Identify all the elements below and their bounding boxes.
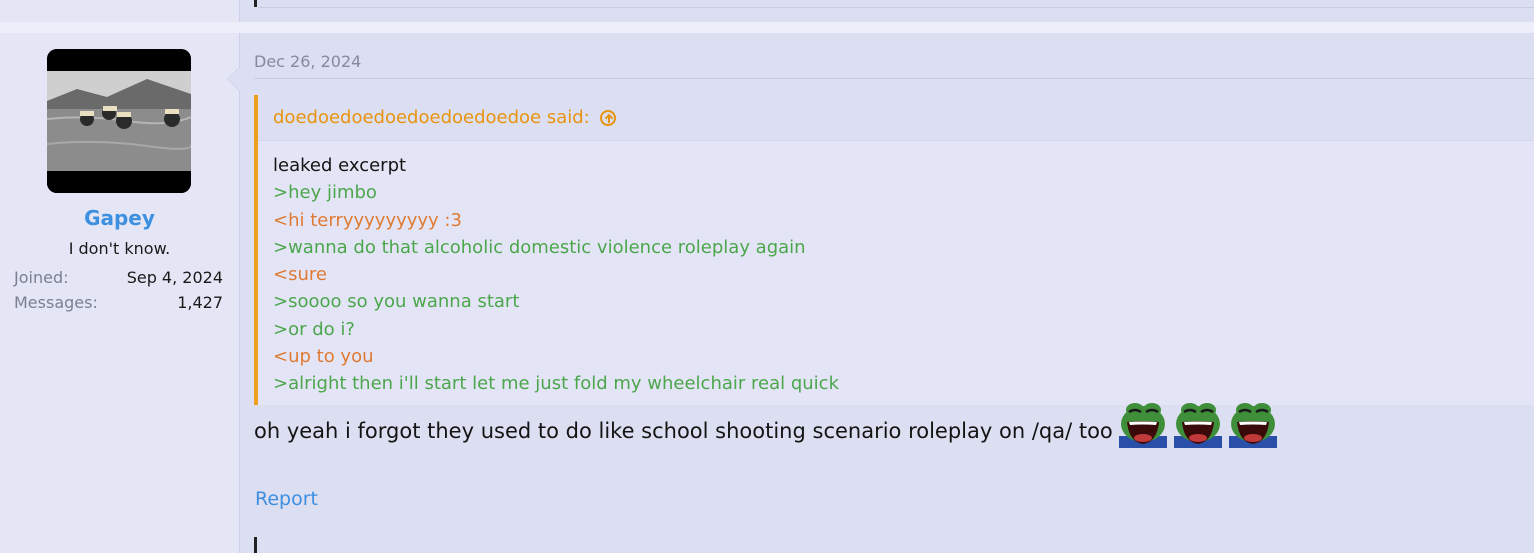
emote-group <box>1118 400 1284 448</box>
quote-line: >wanna do that alcoholic domestic violen… <box>273 236 806 258</box>
message-text: oh yeah i forgot they used to do like sc… <box>254 419 1113 443</box>
messages-value: 1,427 <box>177 293 223 312</box>
joined-label: Joined: <box>14 268 69 287</box>
previous-post-divider <box>258 7 1534 8</box>
post-header-divider <box>254 78 1534 79</box>
previous-post-quote-bar <box>254 0 257 7</box>
quote-block: doedoedoedoedoedoedoedoe said: leaked ex… <box>254 95 1534 405</box>
quote-author-link[interactable]: doedoedoedoedoedoedoedoe said: <box>273 107 616 128</box>
post: Gapey I don't know. Joined: Sep 4, 2024 … <box>0 33 1534 553</box>
avatar-image <box>47 49 191 193</box>
previous-post <box>0 0 1534 22</box>
laughing-pepe-icon <box>1228 403 1277 448</box>
quote-line: <hi terryyyyyyyyy :3 <box>273 209 462 231</box>
quote-body: leaked excerpt >hey jimbo <hi terryyyyyy… <box>273 152 839 398</box>
quote-author[interactable]: doedoedoedoedoedoedoedoe said: <box>273 107 590 128</box>
post-pointer <box>228 67 240 91</box>
joined-value: Sep 4, 2024 <box>126 268 223 287</box>
jump-to-quote-icon[interactable] <box>599 109 616 126</box>
quote-line: <sure <box>273 264 327 286</box>
post-separator <box>0 22 1534 33</box>
quote-line: >alright then i'll start let me just fol… <box>273 373 839 395</box>
username[interactable]: Gapey <box>0 206 239 230</box>
laughing-pepe-icon <box>1173 403 1222 448</box>
post-message: oh yeah i forgot they used to do like sc… <box>254 403 1284 448</box>
avatar[interactable] <box>47 49 191 193</box>
quote-line: <up to you <box>273 346 374 368</box>
quote-header: doedoedoedoedoedoedoedoe said: <box>258 95 1534 141</box>
messages-label: Messages: <box>14 293 98 312</box>
quote-line: leaked excerpt <box>273 155 407 176</box>
post-main: Dec 26, 2024 doedoedoedoedoedoedoedoe sa… <box>240 33 1534 553</box>
quote-line: >or do i? <box>273 318 355 340</box>
report-link[interactable]: Report <box>255 488 318 510</box>
user-title: I don't know. <box>68 239 171 258</box>
post-date[interactable]: Dec 26, 2024 <box>254 52 361 71</box>
user-cell: Gapey I don't know. Joined: Sep 4, 2024 … <box>0 33 240 553</box>
previous-post-user-cell <box>0 0 240 22</box>
laughing-pepe-icon <box>1118 403 1167 448</box>
previous-post-body <box>240 0 1534 22</box>
quote-line: >soooo so you wanna start <box>273 291 520 313</box>
next-post-quote-bar <box>254 537 257 553</box>
quote-line: >hey jimbo <box>273 182 377 204</box>
